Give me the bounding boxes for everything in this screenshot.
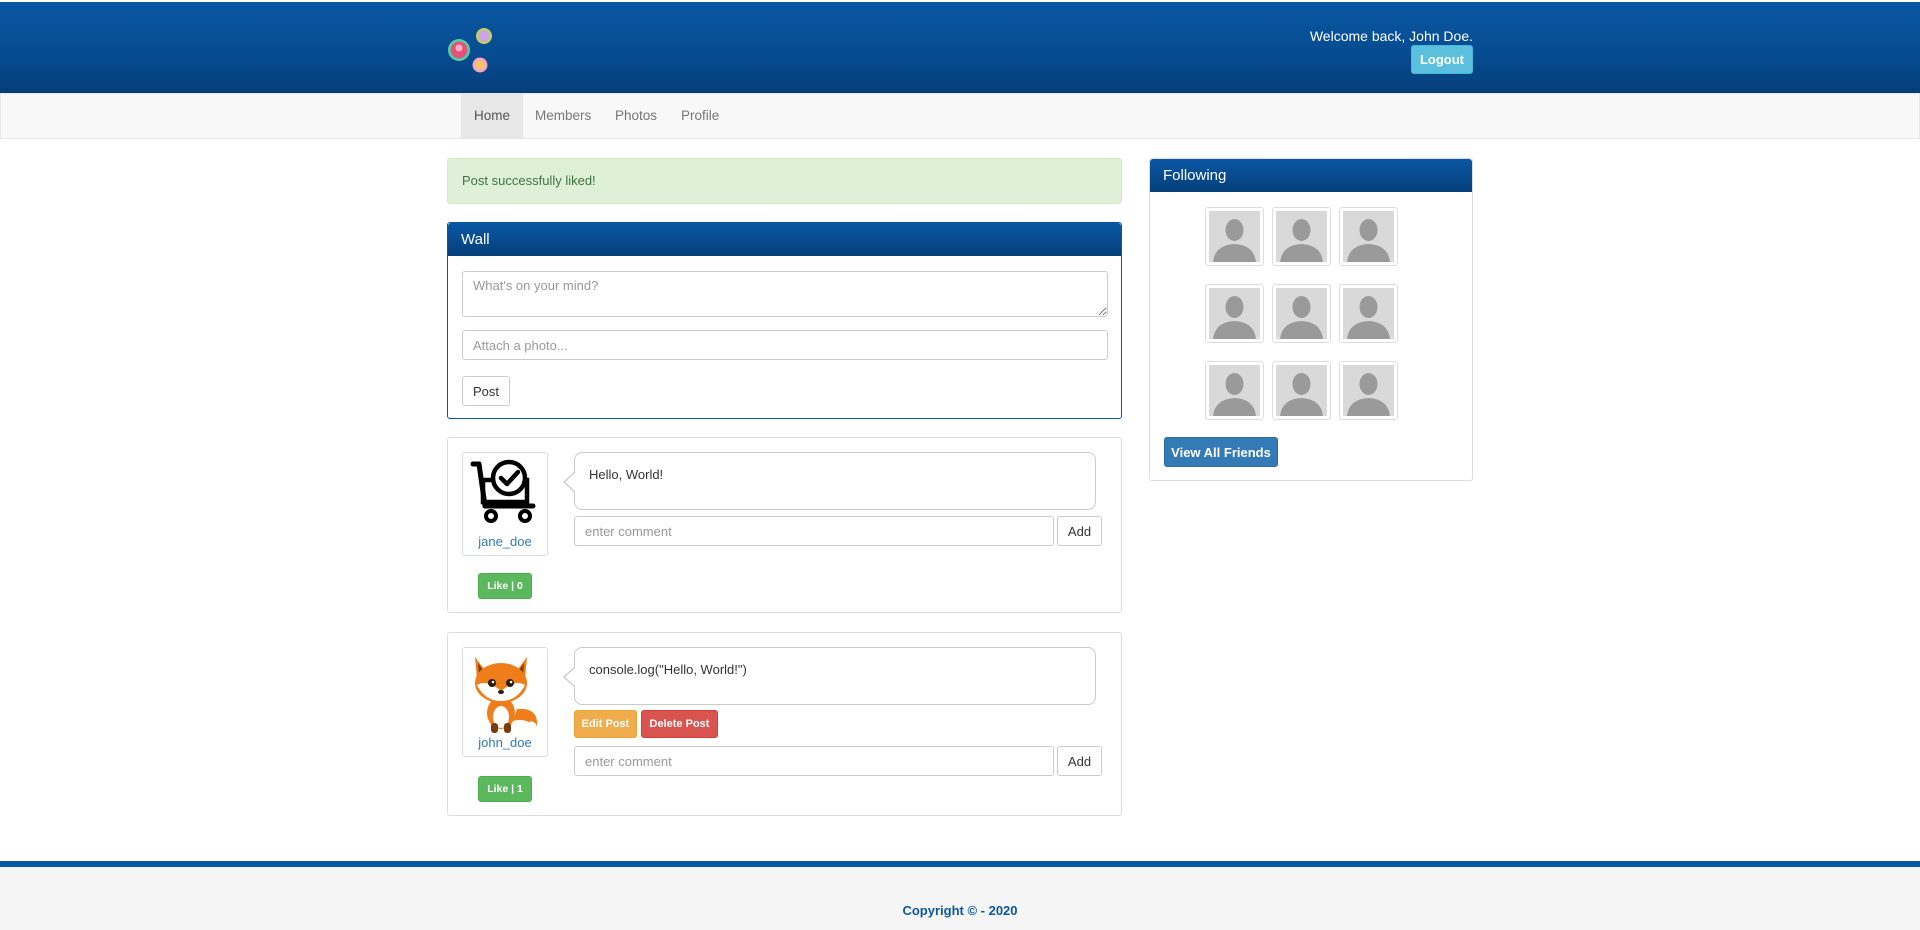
main-navbar: Home Members Photos Profile	[0, 93, 1920, 139]
cart-check-icon	[470, 459, 536, 523]
like-button[interactable]: Like | 1	[478, 776, 532, 802]
user-silhouette-icon	[1209, 211, 1260, 262]
friend-avatar[interactable]	[1205, 207, 1264, 266]
footer: Copyright © - 2020	[0, 867, 1920, 930]
edit-post-button[interactable]: Edit Post	[574, 710, 637, 738]
following-panel-title: Following	[1150, 159, 1472, 192]
comment-input[interactable]	[574, 746, 1054, 776]
nav-item-photos[interactable]: Photos	[602, 94, 670, 138]
user-silhouette-icon	[1209, 288, 1260, 339]
top-header: Welcome back, John Doe. Logout	[0, 2, 1920, 93]
post-author-username[interactable]: john_doe	[463, 735, 547, 750]
friend-avatar[interactable]	[1205, 361, 1264, 420]
logout-button[interactable]: Logout	[1411, 45, 1473, 74]
post-content: Hello, World!	[563, 452, 1096, 510]
post-author-avatar: john_doe	[462, 647, 548, 757]
user-silhouette-icon	[1343, 365, 1394, 416]
nav-item-profile[interactable]: Profile	[668, 94, 732, 138]
attach-photo-input[interactable]	[462, 330, 1108, 360]
add-comment-button[interactable]: Add	[1057, 746, 1102, 776]
fox-avatar-icon	[475, 657, 538, 733]
friend-avatar[interactable]	[1339, 207, 1398, 266]
following-panel: Following View All Friends	[1149, 158, 1473, 481]
user-silhouette-icon	[1343, 288, 1394, 339]
post-card: john_doe Like | 1 console.log("Hello, Wo…	[447, 632, 1122, 816]
friend-avatar[interactable]	[1205, 284, 1264, 343]
post-button[interactable]: Post	[462, 376, 510, 406]
user-silhouette-icon	[1343, 211, 1394, 262]
post-content: console.log("Hello, World!")	[563, 647, 1096, 705]
nav-item-members[interactable]: Members	[522, 94, 604, 138]
comment-input[interactable]	[574, 516, 1054, 546]
user-silhouette-icon	[1276, 365, 1327, 416]
user-silhouette-icon	[1276, 288, 1327, 339]
friend-avatar[interactable]	[1272, 284, 1331, 343]
view-all-friends-button[interactable]: View All Friends	[1164, 437, 1278, 467]
friend-avatar[interactable]	[1272, 207, 1331, 266]
like-button[interactable]: Like | 0	[478, 573, 532, 599]
user-silhouette-icon	[1209, 365, 1260, 416]
post-textarea[interactable]	[462, 271, 1108, 317]
success-alert: Post successfully liked!	[447, 158, 1122, 204]
welcome-message: Welcome back, John Doe.	[1309, 28, 1473, 44]
post-card: jane_doe Like | 0 Hello, World! Add	[447, 437, 1122, 613]
user-silhouette-icon	[1276, 211, 1327, 262]
wall-panel-title: Wall	[448, 223, 1121, 256]
site-logo[interactable]	[446, 24, 496, 74]
add-comment-button[interactable]: Add	[1057, 516, 1102, 546]
post-author-username[interactable]: jane_doe	[463, 534, 547, 549]
wall-panel: Wall Post	[447, 222, 1122, 419]
delete-post-button[interactable]: Delete Post	[641, 710, 718, 738]
friend-avatar[interactable]	[1339, 361, 1398, 420]
friend-avatar[interactable]	[1339, 284, 1398, 343]
nav-item-home[interactable]: Home	[461, 94, 524, 138]
copyright-text: Copyright © - 2020	[902, 903, 1018, 918]
friend-avatar[interactable]	[1272, 361, 1331, 420]
post-author-avatar: jane_doe	[462, 452, 548, 556]
